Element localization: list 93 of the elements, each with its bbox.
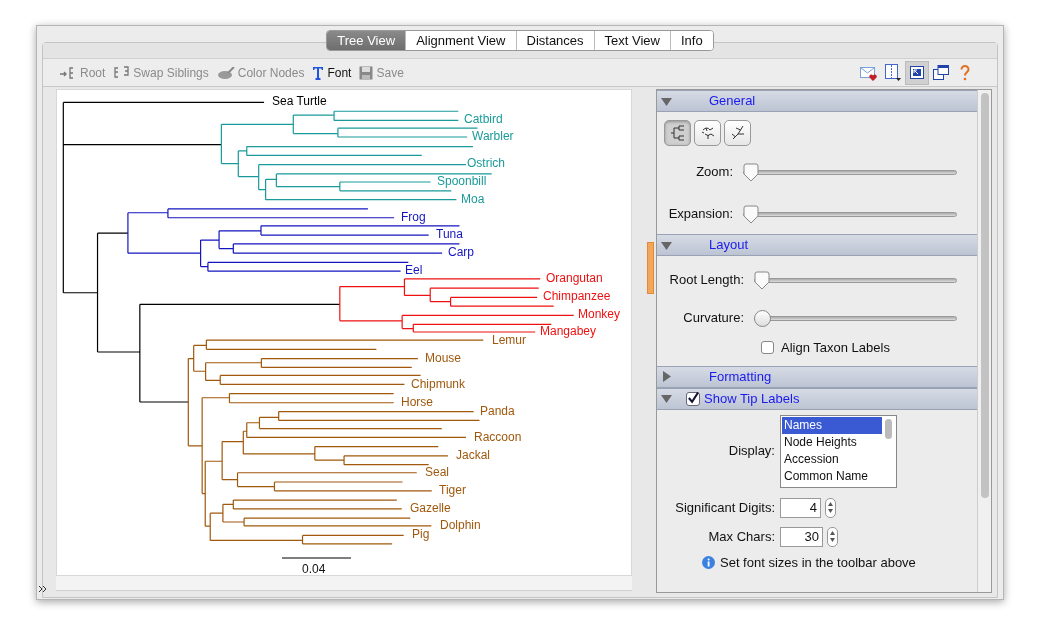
slider-label: Curvature:: [682, 309, 744, 328]
field-label: Significant Digits:: [674, 498, 775, 517]
mail-icon: [860, 64, 878, 81]
view-tool-button[interactable]: [905, 60, 929, 85]
slider-label: Root Length:: [668, 271, 744, 290]
slider-thumb[interactable]: [754, 270, 770, 290]
taxon-label[interactable]: Eel: [405, 262, 423, 278]
taxon-label[interactable]: Pig: [412, 526, 430, 542]
list-option[interactable]: Node Heights: [782, 433, 882, 451]
taxon-label[interactable]: Orangutan: [546, 270, 603, 286]
taxon-label[interactable]: Tuna: [436, 226, 463, 242]
taxon-label[interactable]: Gazelle: [410, 500, 451, 516]
slider-thumb[interactable]: [754, 309, 771, 327]
layout-button[interactable]: [664, 120, 691, 146]
number-field[interactable]: 4: [780, 497, 821, 518]
splitter-handle[interactable]: [647, 242, 654, 294]
taxon-label[interactable]: Catbird: [464, 111, 503, 127]
taxon-label[interactable]: Ostrich: [467, 155, 505, 171]
collapse-triangle-icon[interactable]: [661, 393, 672, 404]
swap-icon: [113, 66, 131, 79]
save-icon: [359, 65, 374, 80]
spinner[interactable]: [825, 497, 836, 518]
taxon-label[interactable]: Seal: [425, 464, 450, 480]
taxon-label[interactable]: Panda: [480, 403, 515, 419]
font-icon: [312, 65, 325, 80]
list-scrollbar[interactable]: [885, 418, 892, 439]
section-header[interactable]: Layout: [657, 234, 977, 256]
checkbox-label: Align Taxon Labels: [781, 339, 890, 357]
taxon-label[interactable]: Mouse: [425, 350, 462, 366]
section-title: Formatting: [709, 367, 772, 386]
taxon-label[interactable]: Lemur: [492, 332, 526, 348]
scale-label: 0.04: [302, 561, 326, 577]
taxon-label[interactable]: Raccoon: [474, 429, 522, 445]
frame-icon: [910, 66, 924, 79]
taxon-label[interactable]: Chimpanzee: [543, 288, 611, 304]
taxon-label[interactable]: Jackal: [456, 447, 490, 463]
expand-triangle-icon[interactable]: [661, 371, 672, 382]
taxon-label[interactable]: Tiger: [439, 482, 466, 498]
slider-thumb[interactable]: [743, 204, 759, 224]
horizontal-scrollbar[interactable]: [56, 576, 632, 591]
slider[interactable]: [743, 204, 957, 224]
taxon-label[interactable]: Spoonbill: [437, 173, 487, 189]
radial-tree-icon: [729, 125, 746, 141]
section-title: Layout: [709, 236, 749, 255]
panel-scrollbar[interactable]: [980, 93, 989, 498]
slider[interactable]: [743, 162, 957, 182]
display-list[interactable]: Names Node Heights Accession Common Name: [780, 414, 897, 488]
checkbox[interactable]: [686, 391, 700, 406]
number-field[interactable]: 30: [780, 526, 823, 547]
list-option[interactable]: Names: [782, 416, 882, 434]
palette-icon: [216, 66, 235, 79]
taxon-label[interactable]: Frog: [401, 209, 426, 225]
taxon-label[interactable]: Horse: [401, 394, 433, 410]
layout-button[interactable]: [724, 120, 751, 146]
field-label: Max Chars:: [707, 527, 775, 546]
hint-text: Set font sizes in the toolbar above: [720, 554, 916, 570]
help-icon: [960, 64, 970, 81]
taxon-label[interactable]: Warbler: [472, 128, 514, 144]
scale-bar: [281, 557, 352, 559]
section-title: General: [709, 92, 756, 111]
columns-icon: [885, 64, 901, 81]
collapse-triangle-icon[interactable]: [661, 95, 672, 107]
list-option[interactable]: Accession: [782, 450, 882, 468]
view-tab[interactable]: Tree View: [327, 31, 406, 50]
polar-tree-icon: [699, 125, 716, 141]
windows-icon: [933, 65, 949, 80]
layout-button[interactable]: [694, 120, 721, 146]
slider[interactable]: [754, 270, 957, 290]
info-icon: [702, 555, 715, 569]
taxon-label[interactable]: Dolphin: [440, 517, 481, 533]
toolbar-button[interactable]: Font: [312, 63, 352, 82]
taxon-label[interactable]: Mangabey: [540, 323, 597, 339]
taxon-label[interactable]: Moa: [461, 191, 485, 207]
list-option[interactable]: Common Name: [782, 467, 882, 485]
section-header[interactable]: Formatting: [657, 365, 977, 388]
taxon-label[interactable]: Chipmunk: [411, 376, 466, 392]
taxon-label[interactable]: Sea Turtle: [272, 93, 327, 109]
slider[interactable]: [754, 308, 957, 328]
slider-label: Expansion:: [667, 205, 733, 224]
checkbox[interactable]: [761, 341, 774, 355]
section-title: Show Tip Labels: [704, 389, 800, 408]
rectangular-tree-icon: [669, 125, 686, 141]
expand-chevron-icon[interactable]: [38, 585, 47, 593]
taxon-label[interactable]: Monkey: [578, 306, 621, 322]
slider-thumb[interactable]: [743, 162, 759, 182]
display-label: Display:: [727, 442, 775, 461]
collapse-triangle-icon[interactable]: [661, 239, 672, 251]
spinner[interactable]: [827, 526, 838, 547]
section-header[interactable]: General: [657, 90, 977, 112]
section-header[interactable]: Show Tip Labels: [657, 387, 977, 410]
view-tab[interactable]: Info: [670, 31, 713, 50]
slider-label: Zoom:: [695, 163, 733, 182]
taxon-label[interactable]: Carp: [448, 244, 474, 260]
